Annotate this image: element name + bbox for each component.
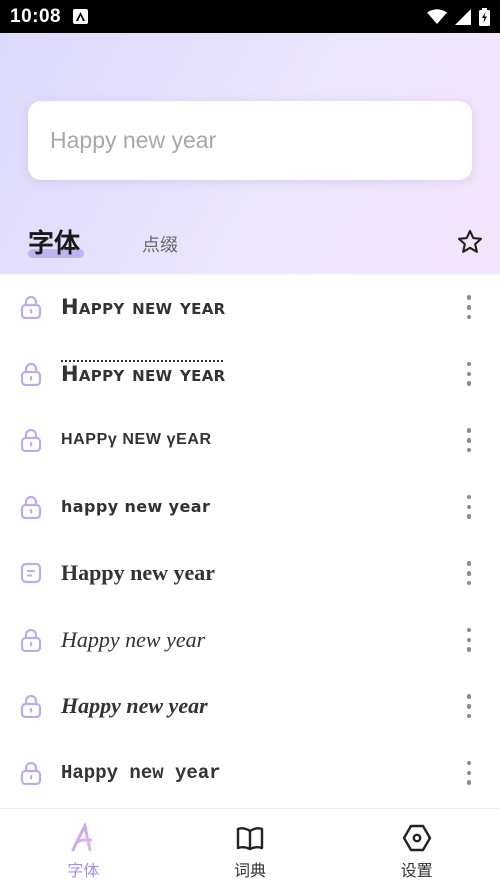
font-list: Happy new year Happy new year HAPPγ NEW … <box>0 274 500 806</box>
lock-icon <box>20 628 42 652</box>
font-sample-text: HAPPγ NEW γEAR <box>61 431 212 449</box>
font-sample-text: happy new year <box>61 497 211 517</box>
font-row[interactable]: happy new year <box>0 474 500 541</box>
wifi-icon <box>427 8 447 24</box>
tab-fonts-label: 字体 <box>28 229 81 259</box>
note-icon <box>20 563 42 584</box>
font-sample-text: Happy new year <box>61 560 215 586</box>
lock-icon <box>20 296 42 320</box>
more-options-icon[interactable] <box>462 760 476 786</box>
book-icon <box>236 827 264 851</box>
more-options-icon[interactable] <box>462 494 476 520</box>
font-row[interactable]: Happy new year <box>0 673 500 740</box>
search-box[interactable] <box>28 101 472 180</box>
nav-label-settings: 设置 <box>400 861 433 880</box>
font-sample-text: Happy new year <box>61 295 226 320</box>
font-sample-text: Happy new year <box>61 761 221 784</box>
bottom-nav: 字体 词典 设置 <box>0 808 500 888</box>
font-row[interactable]: Happy new year <box>0 341 500 408</box>
signal-icon <box>455 8 471 25</box>
font-sample-text: Happy new year <box>61 626 206 652</box>
font-a-icon <box>71 823 93 852</box>
font-row[interactable]: Happy new year <box>0 540 500 607</box>
nav-label-fonts: 字体 <box>67 861 100 880</box>
font-sample-text: Happy new year <box>61 693 208 719</box>
status-time: 10:08 <box>10 5 62 27</box>
tab-decorations[interactable]: 点缀 <box>142 231 178 257</box>
font-row[interactable]: HAPPγ NEW γEAR <box>0 407 500 474</box>
font-row[interactable]: Happy new year <box>0 274 500 341</box>
nav-item-fonts[interactable]: 字体 <box>0 809 167 888</box>
font-sample-text: Happy new year <box>61 361 226 386</box>
settings-hex-icon <box>402 824 431 852</box>
lock-icon <box>20 495 42 519</box>
nav-label-dictionary: 词典 <box>234 861 267 880</box>
lock-icon <box>20 695 42 719</box>
more-options-icon[interactable] <box>462 693 476 719</box>
status-bar: 10:08 <box>0 0 500 33</box>
more-options-icon[interactable] <box>462 361 476 387</box>
more-options-icon[interactable] <box>462 560 476 586</box>
header: 字体 点缀 <box>0 33 500 274</box>
more-options-icon[interactable] <box>462 427 476 453</box>
notification-app-icon <box>73 9 89 24</box>
nav-item-dictionary[interactable]: 词典 <box>167 809 334 888</box>
lock-icon <box>20 362 42 386</box>
search-input[interactable] <box>50 127 450 154</box>
nav-item-settings[interactable]: 设置 <box>333 809 500 888</box>
more-options-icon[interactable] <box>462 294 476 320</box>
lock-icon <box>20 761 42 785</box>
battery-icon <box>479 7 490 26</box>
lock-icon <box>20 429 42 453</box>
tab-fonts[interactable]: 字体 <box>28 223 84 260</box>
favorite-star-icon[interactable] <box>456 228 484 256</box>
more-options-icon[interactable] <box>462 627 476 653</box>
font-row[interactable]: Happy new year <box>0 607 500 674</box>
font-row[interactable]: Happy new year <box>0 740 500 807</box>
